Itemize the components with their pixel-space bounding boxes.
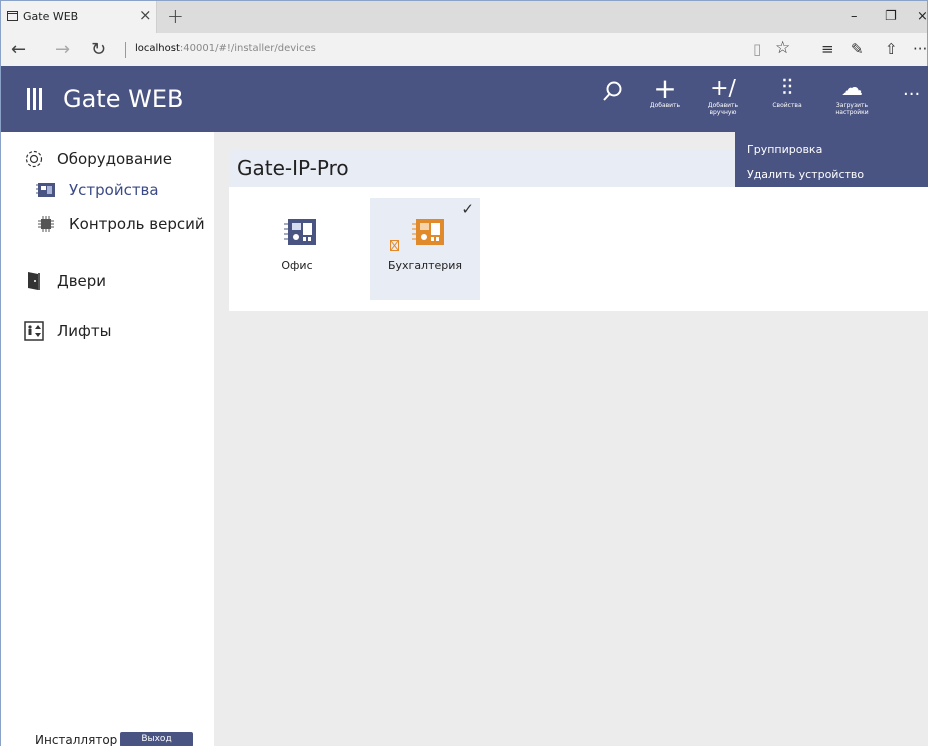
sidebar-item-label: Двери [57, 272, 107, 290]
sidebar-item-label: Лифты [57, 322, 112, 340]
browser-tab-bar: Gate WEB × + – ❐ × [0, 0, 928, 34]
tab-title: Gate WEB [23, 10, 79, 23]
checkmark-icon: ✓ [461, 200, 474, 218]
search-icon [603, 81, 622, 101]
cloud-upload-icon: ☁ [841, 76, 863, 101]
properties-button[interactable]: ⫶⫶ Свойства [765, 76, 809, 109]
forward-button[interactable]: → [55, 39, 70, 60]
device-tile-office[interactable]: Офис [242, 198, 352, 300]
upload-settings-button[interactable]: ☁ Загрузить настройки [827, 76, 877, 116]
sliders-icon: ⫶⫶ [781, 76, 793, 101]
device-board-icon [35, 179, 57, 201]
device-label: Бухгалтерия [387, 259, 463, 272]
device-board-warning-icon [412, 219, 444, 245]
url-path: :40001/#!/installer/devices [179, 43, 316, 54]
properties-label: Свойства [772, 102, 802, 109]
gear-icon [23, 148, 45, 170]
add-manual-icon: +∕ [710, 76, 736, 101]
url-separator [125, 42, 126, 58]
share-icon[interactable]: ⇧ [885, 40, 898, 58]
new-tab-button[interactable]: + [167, 4, 184, 28]
app-title: Gate WEB [63, 85, 184, 113]
device-tile-accounting[interactable]: ✓ Бухгалтерия [370, 198, 480, 300]
sidebar: Оборудование Устройства Контроль версий … [0, 132, 214, 746]
hamburger-menu-icon[interactable] [27, 88, 43, 110]
header-more-icon[interactable]: ··· [903, 84, 920, 105]
app-header: Gate WEB + Добавить +∕ Добавить вручную … [0, 66, 928, 132]
plus-icon: + [653, 72, 677, 105]
device-board-icon [284, 219, 316, 245]
sidebar-item-label: Контроль версий [69, 215, 205, 233]
current-user-label: Инсталлятор [35, 733, 118, 746]
add-label: Добавить [649, 102, 681, 109]
elevator-icon [23, 320, 45, 342]
add-button[interactable]: + Добавить [645, 72, 685, 110]
logout-button[interactable]: Выход [120, 732, 193, 746]
favorite-star-icon[interactable]: ☆ [775, 38, 790, 58]
chip-icon [35, 213, 57, 235]
door-warning-icon [390, 240, 399, 251]
menu-item-delete-device[interactable]: Удалить устройство [747, 168, 864, 181]
url-host: localhost [135, 43, 180, 54]
sidebar-item-devices[interactable]: Устройства [35, 179, 159, 201]
tab-close-icon[interactable]: × [139, 6, 152, 24]
upload-settings-label: Загрузить настройки [835, 102, 869, 116]
refresh-button[interactable]: ↻ [91, 39, 106, 60]
sidebar-item-equipment[interactable]: Оборудование [23, 148, 172, 170]
add-manually-label: Добавить вручную [707, 102, 739, 116]
search-button[interactable] [597, 80, 627, 108]
minimize-button[interactable]: – [851, 9, 858, 24]
sidebar-item-label: Устройства [69, 181, 159, 199]
browser-tab[interactable]: Gate WEB × [1, 1, 157, 34]
device-label: Офис [281, 259, 313, 272]
door-icon [23, 270, 45, 292]
menu-item-grouping[interactable]: Группировка [747, 143, 822, 156]
web-note-icon[interactable]: ✎ [851, 40, 864, 58]
sidebar-item-doors[interactable]: Двери [23, 270, 106, 292]
add-manually-button[interactable]: +∕ Добавить вручную [701, 76, 745, 116]
context-menu: Группировка Удалить устройство [735, 132, 928, 187]
tab-page-icon [7, 11, 18, 21]
page-title: Gate-IP-Pro [237, 156, 349, 180]
url-field[interactable]: localhost:40001/#!/installer/devices [135, 43, 316, 54]
hub-icon[interactable]: ≡ [821, 40, 834, 58]
sidebar-item-versions[interactable]: Контроль версий [35, 213, 205, 235]
reading-view-icon[interactable]: ▯ [753, 40, 761, 58]
browser-more-icon[interactable]: ··· [913, 40, 927, 58]
device-grid: Офис ✓ Бухгалтерия [229, 187, 928, 311]
window-close-button[interactable]: × [917, 9, 928, 24]
back-button[interactable]: ← [11, 39, 26, 60]
address-bar: ← → ↻ localhost:40001/#!/installer/devic… [0, 33, 928, 66]
main-content: Gate-IP-Pro Офис ✓ Бухгалтерия [214, 132, 928, 746]
sidebar-item-label: Оборудование [57, 150, 172, 168]
sidebar-item-elevators[interactable]: Лифты [23, 320, 111, 342]
restore-button[interactable]: ❐ [885, 9, 897, 24]
